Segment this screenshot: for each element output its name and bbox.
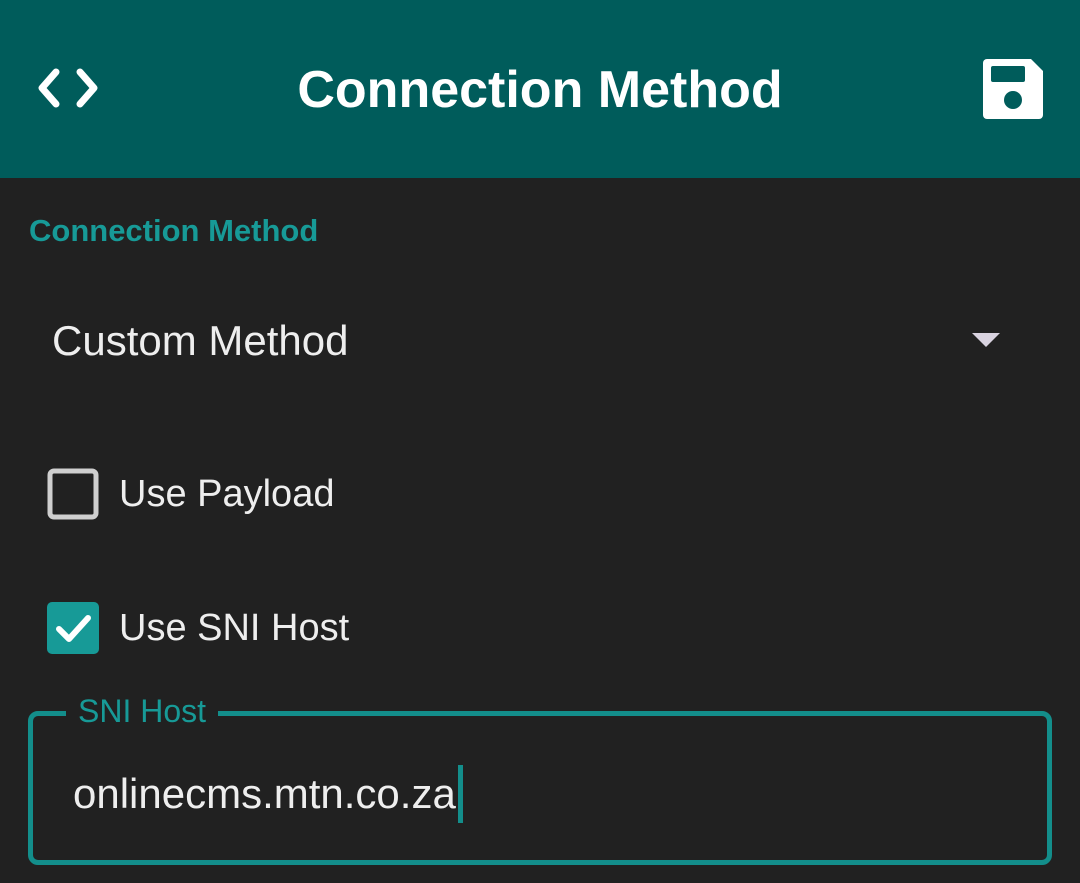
- use-payload-checkbox[interactable]: [47, 468, 99, 520]
- app-bar: Connection Method: [0, 0, 1080, 178]
- dropdown-selected-value: Custom Method: [52, 317, 349, 364]
- sni-host-input[interactable]: onlinecms.mtn.co.za: [73, 764, 463, 823]
- save-button[interactable]: [978, 54, 1048, 124]
- connection-method-dropdown[interactable]: Custom Method: [0, 295, 1080, 387]
- use-sni-host-option[interactable]: Use SNI Host: [0, 588, 600, 668]
- save-icon: [983, 59, 1043, 119]
- app-title: Connection Method: [297, 61, 783, 119]
- section-label: Connection Method: [29, 213, 319, 248]
- use-sni-host-label: Use SNI Host: [119, 607, 350, 649]
- use-payload-label: Use Payload: [119, 473, 335, 515]
- use-sni-host-checkbox[interactable]: [47, 602, 99, 654]
- use-payload-option[interactable]: Use Payload: [0, 454, 600, 534]
- sni-host-field[interactable]: SNI Host onlinecms.mtn.co.za: [28, 689, 1052, 865]
- dropdown-arrow-icon: [972, 333, 1000, 347]
- sni-host-field-label: SNI Host: [66, 689, 219, 733]
- sni-host-value: onlinecms.mtn.co.za: [73, 770, 456, 817]
- text-cursor: [457, 764, 463, 823]
